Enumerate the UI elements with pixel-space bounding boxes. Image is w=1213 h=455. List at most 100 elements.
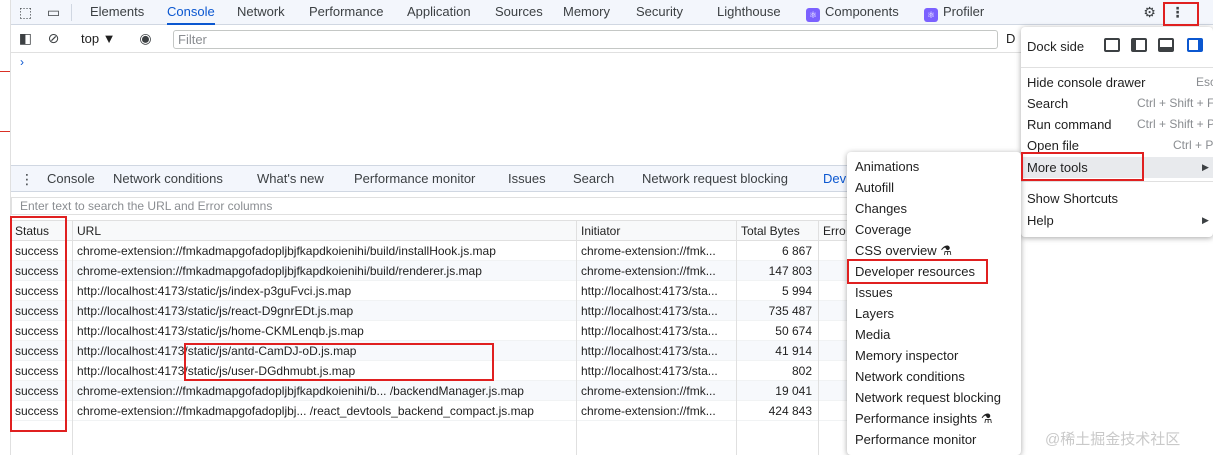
menu-item-search[interactable]: Search Ctrl + Shift + F [1021, 93, 1213, 114]
cell-initiator: http://localhost:4173/sta... [581, 284, 718, 298]
dock-right-icon[interactable] [1187, 38, 1203, 52]
tab-console[interactable]: Console [167, 0, 215, 25]
page-red-line [0, 71, 10, 72]
submenu-arrow-icon: ▶ [1202, 162, 1209, 172]
drawer-tab-performance-monitor[interactable]: Performance monitor [354, 166, 475, 192]
cell-url: chrome-extension://fmkadmapgofadopljbjfk… [77, 244, 496, 258]
dock-left-icon[interactable] [1131, 38, 1147, 52]
drawer-tab-network-conditions[interactable]: Network conditions [113, 166, 223, 192]
tab-security[interactable]: Security [636, 0, 683, 25]
cell-total-bytes: 5 994 [781, 284, 812, 298]
drawer-tab-search[interactable]: Search [573, 166, 614, 192]
drawer-menu-icon[interactable]: ⋮ [20, 171, 34, 188]
submenu-item[interactable]: CSS overview ⚗ [847, 240, 1021, 261]
kebab-menu-icon[interactable]: ⋮ [1169, 4, 1186, 21]
cell-total-bytes: 19 041 [775, 384, 812, 398]
sidebar-toggle-icon[interactable]: ◧ [17, 30, 34, 47]
menu-item-label: Show Shortcuts [1027, 191, 1119, 206]
column-status[interactable]: Status [11, 221, 72, 241]
gear-icon[interactable]: ⚙ [1141, 4, 1158, 21]
clear-icon[interactable]: ⊘ [45, 30, 62, 47]
submenu-item[interactable]: Network conditions [847, 366, 1021, 387]
cell-url: http://localhost:4173/static/js/index-p3… [77, 284, 352, 298]
drawer-tab-issues[interactable]: Issues [508, 166, 546, 192]
submenu-item[interactable]: Issues [847, 282, 1021, 303]
context-selector[interactable]: top ▼ [81, 29, 116, 49]
watermark: @稀土掘金技术社区 [1045, 431, 1181, 448]
menu-item-label: Search [1027, 96, 1069, 111]
cell-initiator: http://localhost:4173/sta... [581, 324, 718, 338]
cell-url: http://localhost:4173/static/js/home-CKM… [77, 324, 364, 338]
cell-total-bytes: 735 487 [768, 304, 812, 318]
submenu-item[interactable]: Layers [847, 303, 1021, 324]
submenu-item[interactable]: Performance insights ⚗ [847, 408, 1021, 429]
cell-status: success [15, 364, 59, 378]
cell-url: chrome-extension://fmkadmapgofadopljbjfk… [77, 264, 482, 278]
cell-url: http://localhost:4173/static/js/user-DGd… [77, 364, 356, 378]
tab-elements[interactable]: Elements [90, 0, 144, 25]
console-toolbar: ◧ ⊘ top ▼ ◉ Filter D [11, 25, 1021, 53]
dock-bottom-icon[interactable] [1158, 38, 1174, 52]
drawer-tab-network-request-blocking[interactable]: Network request blocking [642, 166, 788, 192]
cell-initiator: http://localhost:4173/sta... [581, 344, 718, 358]
eye-icon[interactable]: ◉ [137, 30, 154, 47]
tab-lighthouse[interactable]: Lighthouse [717, 0, 781, 25]
page-red-line [0, 131, 10, 132]
cell-status: success [15, 304, 59, 318]
cell-status: success [15, 324, 59, 338]
menu-item-more-tools[interactable]: More tools ▶ [1021, 157, 1213, 178]
filter-input[interactable]: Filter [173, 30, 998, 49]
tab-memory[interactable]: Memory [563, 0, 610, 25]
submenu-item[interactable]: Media [847, 324, 1021, 345]
tab-network[interactable]: Network [237, 0, 285, 25]
menu-shortcut: Ctrl + Shift + F [1137, 96, 1213, 110]
drawer-tab-console[interactable]: Console [47, 166, 95, 192]
cell-status: success [15, 264, 59, 278]
default-levels-label[interactable]: D [1006, 31, 1015, 46]
submenu-item[interactable]: Coverage [847, 219, 1021, 240]
console-prompt[interactable]: › [20, 55, 24, 69]
submenu-item[interactable]: Animations [847, 156, 1021, 177]
column-initiator[interactable]: Initiator [577, 221, 736, 241]
menu-item-hide-console-drawer[interactable]: Hide console drawer Esc [1021, 72, 1213, 93]
devtools-tab-bar: ⬚ ▭ Elements Console Network Performance… [11, 0, 1213, 25]
column-divider [72, 220, 73, 455]
column-url[interactable]: URL [73, 221, 576, 241]
submenu-item[interactable]: Changes [847, 198, 1021, 219]
submenu-item[interactable]: Network request blocking [847, 387, 1021, 408]
inspect-icon[interactable]: ⬚ [17, 4, 34, 21]
column-divider [818, 220, 819, 455]
device-icon[interactable]: ▭ [45, 4, 62, 21]
menu-item-help[interactable]: Help ▶ [1021, 210, 1213, 231]
page-viewport-strip [0, 0, 11, 455]
react-icon: ⚛ [924, 8, 938, 22]
submenu-item[interactable]: Performance monitor [847, 429, 1021, 450]
menu-item-show-shortcuts[interactable]: Show Shortcuts [1021, 188, 1213, 209]
cell-status: success [15, 284, 59, 298]
more-tools-submenu: Animations Autofill Changes Coverage CSS ove… [847, 152, 1021, 455]
menu-item-open-file[interactable]: Open file Ctrl + P [1021, 135, 1213, 156]
divider [71, 4, 72, 21]
submenu-item[interactable]: Autofill [847, 177, 1021, 198]
submenu-item[interactable]: Developer resources [847, 261, 1021, 282]
tab-sources[interactable]: Sources [495, 0, 543, 25]
cell-total-bytes: 50 674 [775, 324, 812, 338]
cell-initiator: chrome-extension://fmk... [581, 404, 716, 418]
cell-total-bytes: 147 803 [768, 264, 812, 278]
drawer-tab-developer-resources[interactable]: Dev [823, 166, 846, 192]
cell-total-bytes: 6 867 [781, 244, 812, 258]
menu-item-run-command[interactable]: Run command Ctrl + Shift + P [1021, 114, 1213, 135]
menu-item-label: Hide console drawer [1027, 75, 1146, 90]
cell-status: success [15, 344, 59, 358]
drawer-tab-whats-new[interactable]: What's new [257, 166, 324, 192]
tab-performance[interactable]: Performance [309, 0, 383, 25]
menu-shortcut: Esc [1196, 75, 1213, 89]
tab-components[interactable]: ⚛ Components [806, 0, 899, 25]
column-divider [736, 220, 737, 455]
column-total-bytes[interactable]: Total Bytes [737, 221, 818, 241]
undock-icon[interactable] [1104, 38, 1120, 52]
submenu-item[interactable]: Memory inspector [847, 345, 1021, 366]
tab-application[interactable]: Application [407, 0, 471, 25]
tab-profiler[interactable]: ⚛ Profiler [924, 0, 984, 25]
cell-url: http://localhost:4173/static/js/antd-Cam… [77, 344, 357, 358]
